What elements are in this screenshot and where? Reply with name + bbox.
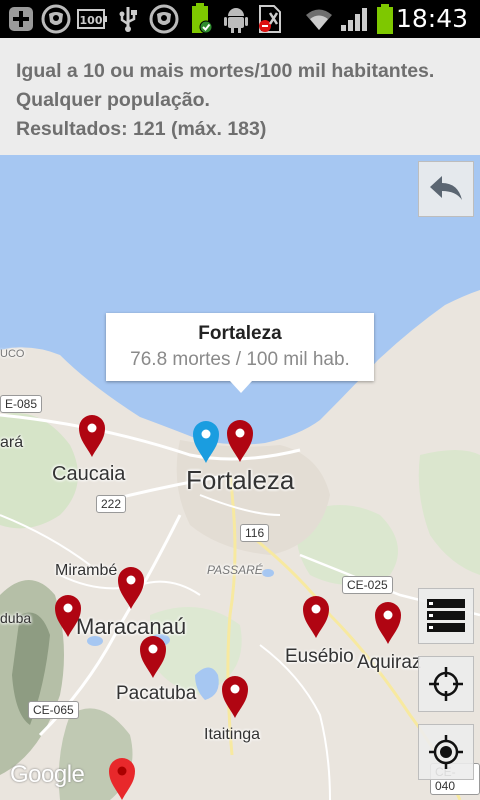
place-label-itaitinga: Itaitinga — [204, 726, 261, 743]
map-marker[interactable] — [374, 601, 402, 645]
layers-button[interactable] — [418, 588, 474, 644]
filter-threshold-text: Igual a 10 ou mais mortes/100 mil habita… — [16, 60, 435, 82]
place-label-pacatuba: Pacatuba — [116, 683, 197, 704]
place-label-mirambe: Mirambé — [55, 562, 118, 579]
road-badge-e085: E-085 — [0, 395, 43, 413]
crosshair-icon — [429, 667, 463, 701]
place-label-maracanau: Maracanaú — [76, 614, 187, 639]
place-label-eusebio: Eusébio — [285, 646, 354, 667]
road-badge-ce025: CE-025 — [342, 576, 393, 594]
map-marker[interactable] — [117, 566, 145, 610]
map-marker-selected[interactable] — [192, 420, 220, 464]
wifi-icon — [302, 4, 336, 34]
list-icon — [427, 599, 465, 632]
map-view[interactable]: Caucaia Fortaleza Mirambé Maracanaú Paca… — [0, 155, 480, 800]
place-label-uco: UCO — [0, 348, 25, 360]
add-icon — [6, 4, 36, 34]
road-badge-222: 222 — [96, 495, 127, 513]
map-marker[interactable] — [302, 595, 330, 639]
place-label-passare: PASSARÉ — [207, 563, 263, 577]
info-window-subtitle: 76.8 mortes / 100 mil hab. — [130, 349, 350, 370]
marker-info-window[interactable]: Fortaleza 76.8 mortes / 100 mil hab. — [106, 313, 374, 393]
place-label-fortaleza: Fortaleza — [186, 465, 295, 495]
map-marker[interactable] — [226, 419, 254, 463]
usb-icon — [114, 4, 142, 34]
filter-summary-panel: Igual a 10 ou mais mortes/100 mil habita… — [0, 38, 480, 155]
status-bar: 100 18:43 — [0, 0, 480, 38]
my-location-icon — [429, 735, 463, 769]
battery-icon — [374, 4, 396, 34]
shield-icon — [148, 4, 180, 34]
map-marker[interactable] — [139, 635, 167, 679]
road-badge-ce065: CE-065 — [28, 701, 79, 719]
map-marker[interactable] — [54, 594, 82, 638]
no-sim-icon — [256, 4, 284, 34]
shield-icon — [40, 4, 72, 34]
info-window-title: Fortaleza — [198, 323, 282, 344]
my-location-button[interactable] — [418, 724, 474, 780]
svg-text:100: 100 — [80, 14, 103, 27]
signal-icon — [338, 4, 370, 34]
google-logo: Google — [10, 761, 85, 788]
road-badge-116: 116 — [240, 524, 270, 542]
map-marker[interactable] — [78, 414, 106, 458]
battery-100-icon: 100 — [76, 4, 108, 34]
place-label-caucaia: Caucaia — [52, 463, 126, 485]
map-marker[interactable] — [221, 675, 249, 719]
place-label-aquiraz: Aquiraz — [357, 652, 422, 673]
android-icon — [222, 4, 250, 34]
back-button[interactable] — [418, 161, 474, 217]
place-label-ara: ará — [0, 434, 24, 451]
results-count-text: Resultados: 121 (máx. 183) — [16, 118, 267, 140]
crosshair-button[interactable] — [418, 656, 474, 712]
back-arrow-icon — [430, 176, 462, 200]
filter-population-text: Qualquer população. — [16, 89, 210, 111]
battery-app-icon — [188, 3, 214, 34]
clock: 18:43 — [395, 4, 468, 33]
map-marker[interactable] — [108, 757, 136, 800]
place-label-duba: duba — [0, 610, 32, 626]
